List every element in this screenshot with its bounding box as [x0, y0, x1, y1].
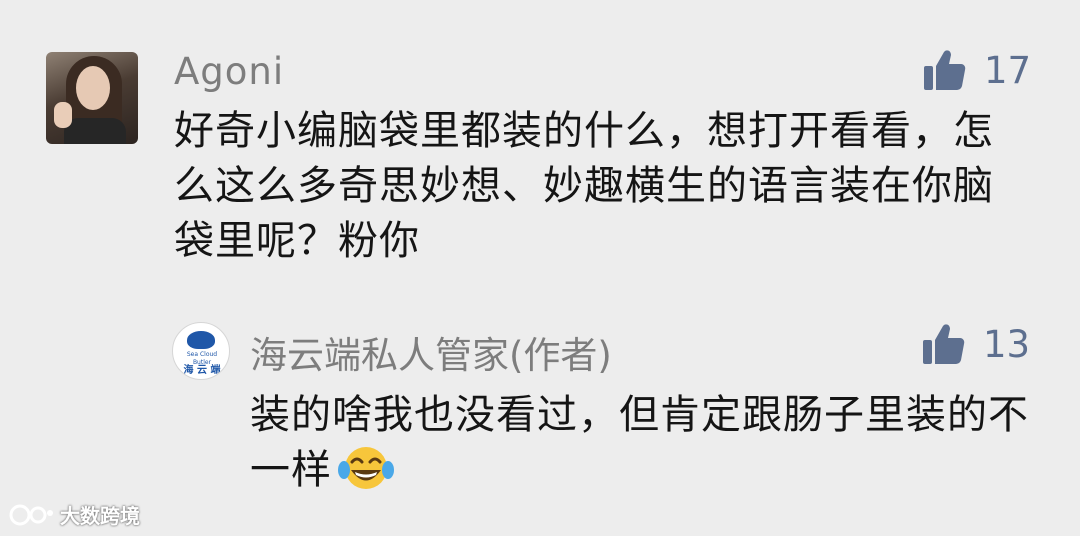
author-avatar[interactable]: Sea Cloud Butler 海 云 端 — [172, 322, 230, 380]
comment-text: 好奇小编脑袋里都装的什么，想打开看看，怎么这么多奇思妙想、妙趣横生的语言装在你脑… — [174, 108, 994, 264]
reply-like-button[interactable]: 13 — [921, 322, 1030, 366]
thumbs-up-icon — [924, 50, 966, 90]
commenter-avatar[interactable] — [46, 52, 138, 144]
watermark-text: 大数跨境 — [60, 504, 140, 528]
thumbs-up-icon — [923, 324, 965, 364]
laughing-tears-emoji — [338, 447, 394, 489]
avatar-logo-wave — [187, 331, 215, 349]
commenter-name[interactable]: Agoni — [174, 50, 284, 93]
reply-like-count: 13 — [983, 322, 1031, 366]
avatar-hand — [54, 102, 72, 128]
avatar-face — [76, 66, 110, 110]
avatar-logo-text: 海 云 端 — [183, 365, 221, 376]
avatar-shirt — [64, 118, 126, 144]
comment-like-count: 17 — [984, 48, 1032, 92]
watermark: 大数跨境 — [8, 500, 140, 529]
dashu-logo-icon — [9, 504, 53, 525]
comment-like-button[interactable]: 17 — [922, 48, 1031, 92]
reply-author-name[interactable]: 海云端私人管家(作者) — [250, 325, 612, 379]
reply-text: 装的啥我也没看过，但肯定跟肠子里装的不一样 — [250, 388, 1040, 498]
